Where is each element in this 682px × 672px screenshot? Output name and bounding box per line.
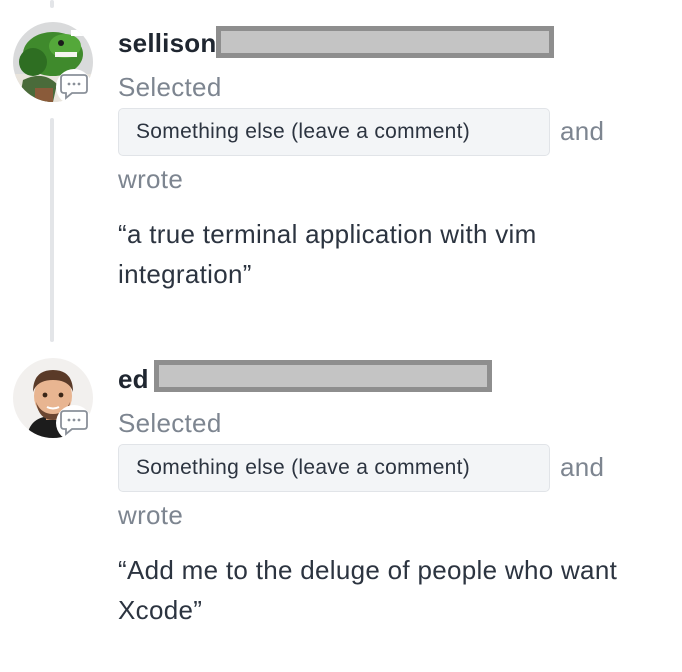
thread-line <box>50 118 54 342</box>
avatar[interactable] <box>13 358 93 441</box>
action-label: Selected <box>118 72 222 102</box>
poll-option-chip: Something else (leave a comment) <box>118 444 550 492</box>
verb-label: wrote <box>118 164 184 194</box>
poll-option-chip: Something else (leave a comment) <box>118 108 550 156</box>
avatar[interactable] <box>13 22 93 105</box>
comment-text: “a true terminal application with vim in… <box>118 219 537 289</box>
comment-bubble-icon <box>56 69 92 105</box>
username[interactable]: sellison <box>118 28 216 59</box>
redaction-box <box>154 360 492 392</box>
redaction-box <box>216 26 554 58</box>
username[interactable]: ed <box>118 364 149 395</box>
conjunction-label: and <box>560 116 605 146</box>
verb-label: wrote <box>118 500 184 530</box>
thread-line <box>50 0 54 8</box>
action-label: Selected <box>118 408 222 438</box>
comment-bubble-icon <box>56 405 92 441</box>
comment-text: “Add me to the deluge of people who want… <box>118 555 618 625</box>
conjunction-label: and <box>560 452 605 482</box>
